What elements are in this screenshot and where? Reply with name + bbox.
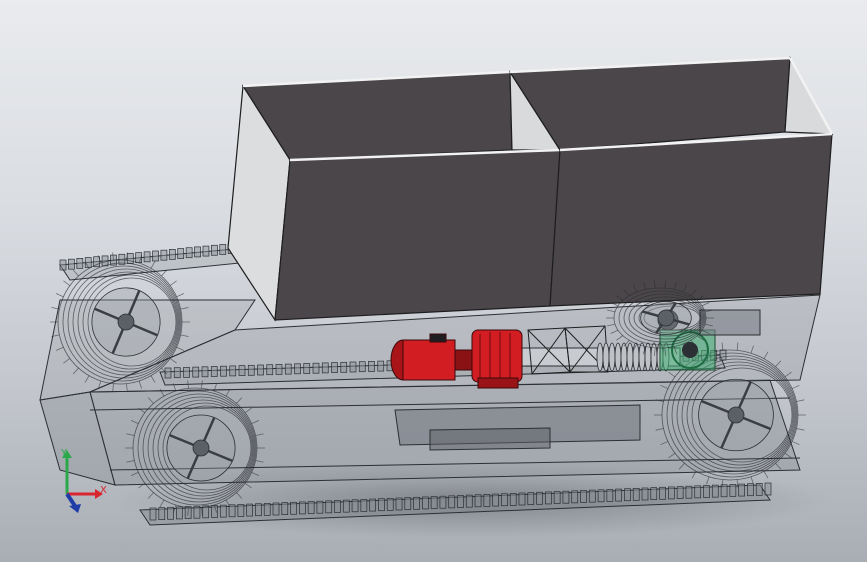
z-axis-arrow <box>65 492 77 508</box>
cad-3d-viewport[interactable]: X Y <box>0 0 867 562</box>
y-axis-label: Y <box>61 448 68 459</box>
x-axis-label: X <box>100 485 107 496</box>
coordinate-triad <box>62 450 103 513</box>
material-hopper <box>227 55 834 322</box>
tracked-vehicle-model[interactable] <box>0 0 867 562</box>
